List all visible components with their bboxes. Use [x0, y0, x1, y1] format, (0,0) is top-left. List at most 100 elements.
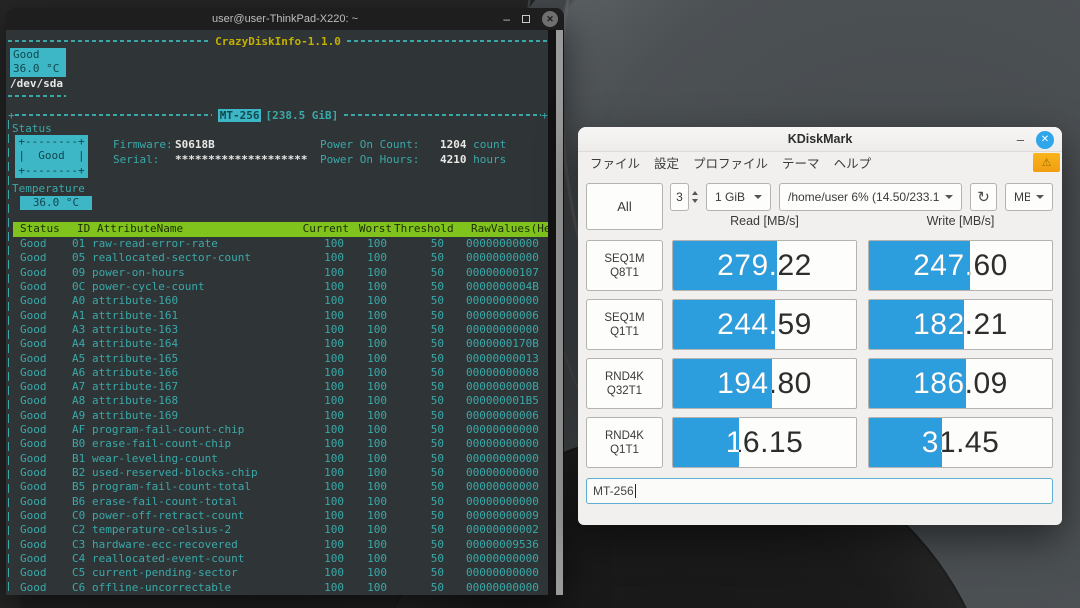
firmware-value: S0618B	[175, 138, 215, 151]
smart-row: Good09power-on-hours1001005000000000107	[8, 266, 548, 280]
smart-cell-name: power-off-retract-count	[92, 509, 244, 522]
unit-select[interactable]: MB/s	[1005, 183, 1053, 211]
smart-cell-id: B2	[72, 466, 85, 479]
disk-list-entry[interactable]: Good 36.0 °C	[10, 48, 66, 77]
smart-cell-name: program-fail-count-total	[92, 480, 251, 493]
smart-cell-raw: 00000009536	[466, 538, 539, 551]
warning-icon[interactable]: ⚠	[1033, 153, 1060, 172]
smart-cell-name: offline-uncorrectable	[92, 581, 231, 594]
terminal-scrollbar-thumb[interactable]	[556, 30, 563, 595]
smart-cell-current: 100	[258, 280, 344, 293]
benchmark-all-button[interactable]: All	[586, 183, 663, 230]
smart-cell-worst: 100	[347, 566, 387, 579]
smart-row: Good01raw-read-error-rate100100500000000…	[8, 237, 548, 251]
smart-cell-current: 100	[258, 538, 344, 551]
smart-row: GoodA6attribute-1661001005000000000008	[8, 366, 548, 380]
header-current: Current	[263, 222, 349, 235]
menu-help[interactable]: ヘルプ	[834, 153, 872, 172]
loop-count-stepper[interactable]: 3	[670, 183, 700, 211]
smart-cell-threshold: 50	[389, 380, 444, 393]
smart-cell-current: 100	[258, 337, 344, 350]
smart-cell-name: reallocated-sector-count	[92, 251, 251, 264]
smart-cell-id: C2	[72, 523, 85, 536]
maximize-icon[interactable]	[522, 15, 530, 23]
kdiskmark-window: KDiskMark – ✕ ファイル 設定 プロファイル テーマ ヘルプ ⚠ A…	[578, 127, 1062, 525]
smart-cell-threshold: 50	[389, 294, 444, 307]
smart-cell-status: Good	[20, 237, 47, 250]
device-name: MT-256	[218, 109, 262, 122]
smart-cell-raw: 00000000000	[466, 480, 539, 493]
test-queue-threads: Q32T1	[607, 384, 642, 398]
smart-cell-worst: 100	[347, 466, 387, 479]
description-input[interactable]: MT-256	[586, 478, 1053, 504]
smart-cell-id: 01	[72, 237, 85, 250]
smart-cell-name: attribute-169	[92, 409, 178, 422]
smart-cell-status: Good	[20, 495, 47, 508]
smart-cell-threshold: 50	[389, 566, 444, 579]
smart-cell-worst: 100	[347, 394, 387, 407]
smart-cell-raw: 00000000013	[466, 352, 539, 365]
box-art-bottom: +--------+	[15, 164, 88, 178]
smart-cell-status: Good	[20, 394, 47, 407]
spin-down-icon[interactable]	[692, 199, 698, 203]
smart-row: GoodC0power-off-retract-count10010050000…	[8, 509, 548, 523]
menu-settings[interactable]: 設定	[654, 153, 679, 172]
smart-cell-name: wear-leveling-count	[92, 452, 218, 465]
smart-cell-status: Good	[20, 251, 47, 264]
menu-theme[interactable]: テーマ	[782, 153, 820, 172]
smart-cell-threshold: 50	[389, 466, 444, 479]
write-result-bar: 182.21 182.21	[868, 299, 1053, 350]
smart-row: GoodC6offline-uncorrectable1001005000000…	[8, 581, 548, 595]
smart-cell-status: Good	[20, 409, 47, 422]
refresh-button[interactable]: ↻	[970, 183, 997, 211]
smart-row: GoodAFprogram-fail-count-chip10010050000…	[8, 423, 548, 437]
smart-row: GoodB1wear-leveling-count100100500000000…	[8, 452, 548, 466]
power-on-count-label: Power On Count:	[320, 137, 440, 152]
test-button-seq1m-q8t1[interactable]: SEQ1M Q8T1	[586, 240, 663, 291]
smart-cell-id: C4	[72, 552, 85, 565]
close-icon[interactable]: ✕	[1036, 131, 1054, 149]
smart-cell-threshold: 50	[389, 323, 444, 336]
read-column-label: Read [MB/s]	[672, 214, 857, 228]
smart-row: Good0Cpower-cycle-count10010050000000000…	[8, 280, 548, 294]
spin-up-icon[interactable]	[692, 191, 698, 195]
smart-cell-id: AF	[72, 423, 85, 436]
terminal-titlebar[interactable]: user@user-ThinkPad-X220: ~ – ✕	[6, 8, 564, 30]
health-status-box: +--------+| Good |+--------+	[15, 135, 88, 178]
smart-row: GoodA9attribute-1691001005000000000006	[8, 409, 548, 423]
read-result-bar: 279.22 279.22	[672, 240, 857, 291]
menu-profile[interactable]: プロファイル	[693, 153, 768, 172]
smart-cell-id: A5	[72, 352, 85, 365]
kdiskmark-titlebar[interactable]: KDiskMark – ✕	[578, 127, 1062, 152]
smart-cell-threshold: 50	[389, 394, 444, 407]
smart-cell-raw: 00000000107	[466, 266, 539, 279]
smart-cell-status: Good	[20, 538, 47, 551]
close-icon[interactable]: ✕	[542, 11, 558, 27]
minimize-icon[interactable]: –	[1017, 132, 1024, 147]
smart-cell-name: current-pending-sector	[92, 566, 238, 579]
smart-cell-id: C5	[72, 566, 85, 579]
smart-cell-raw: 00000000000	[466, 566, 539, 579]
smart-cell-raw: 00000000000	[466, 552, 539, 565]
firmware-serial-info: Firmware:S0618B Serial:*****************…	[113, 137, 307, 167]
divider	[344, 114, 541, 116]
smart-cell-status: Good	[20, 352, 47, 365]
test-button-seq1m-q1t1[interactable]: SEQ1M Q1T1	[586, 299, 663, 350]
loop-count-value[interactable]: 3	[670, 183, 689, 211]
target-drive-select[interactable]: /home/user 6% (14.50/233.18 G	[779, 183, 962, 211]
menu-file[interactable]: ファイル	[590, 153, 640, 172]
test-button-rnd4k-q32t1[interactable]: RND4K Q32T1	[586, 358, 663, 409]
test-button-rnd4k-q1t1[interactable]: RND4K Q1T1	[586, 417, 663, 468]
smart-cell-status: Good	[20, 466, 47, 479]
smart-cell-raw: 00000000006	[466, 309, 539, 322]
header-attribute-name: AttributeName	[97, 222, 183, 235]
smart-cell-worst: 100	[347, 266, 387, 279]
test-name: SEQ1M	[604, 311, 644, 325]
chevron-down-icon	[754, 195, 762, 199]
minimize-icon[interactable]: –	[503, 14, 510, 24]
smart-cell-worst: 100	[347, 337, 387, 350]
smart-cell-threshold: 50	[389, 309, 444, 322]
smart-cell-raw: 0000000004B	[466, 280, 539, 293]
test-size-select[interactable]: 1 GiB	[706, 183, 771, 211]
header-worst: Worst	[352, 222, 392, 235]
